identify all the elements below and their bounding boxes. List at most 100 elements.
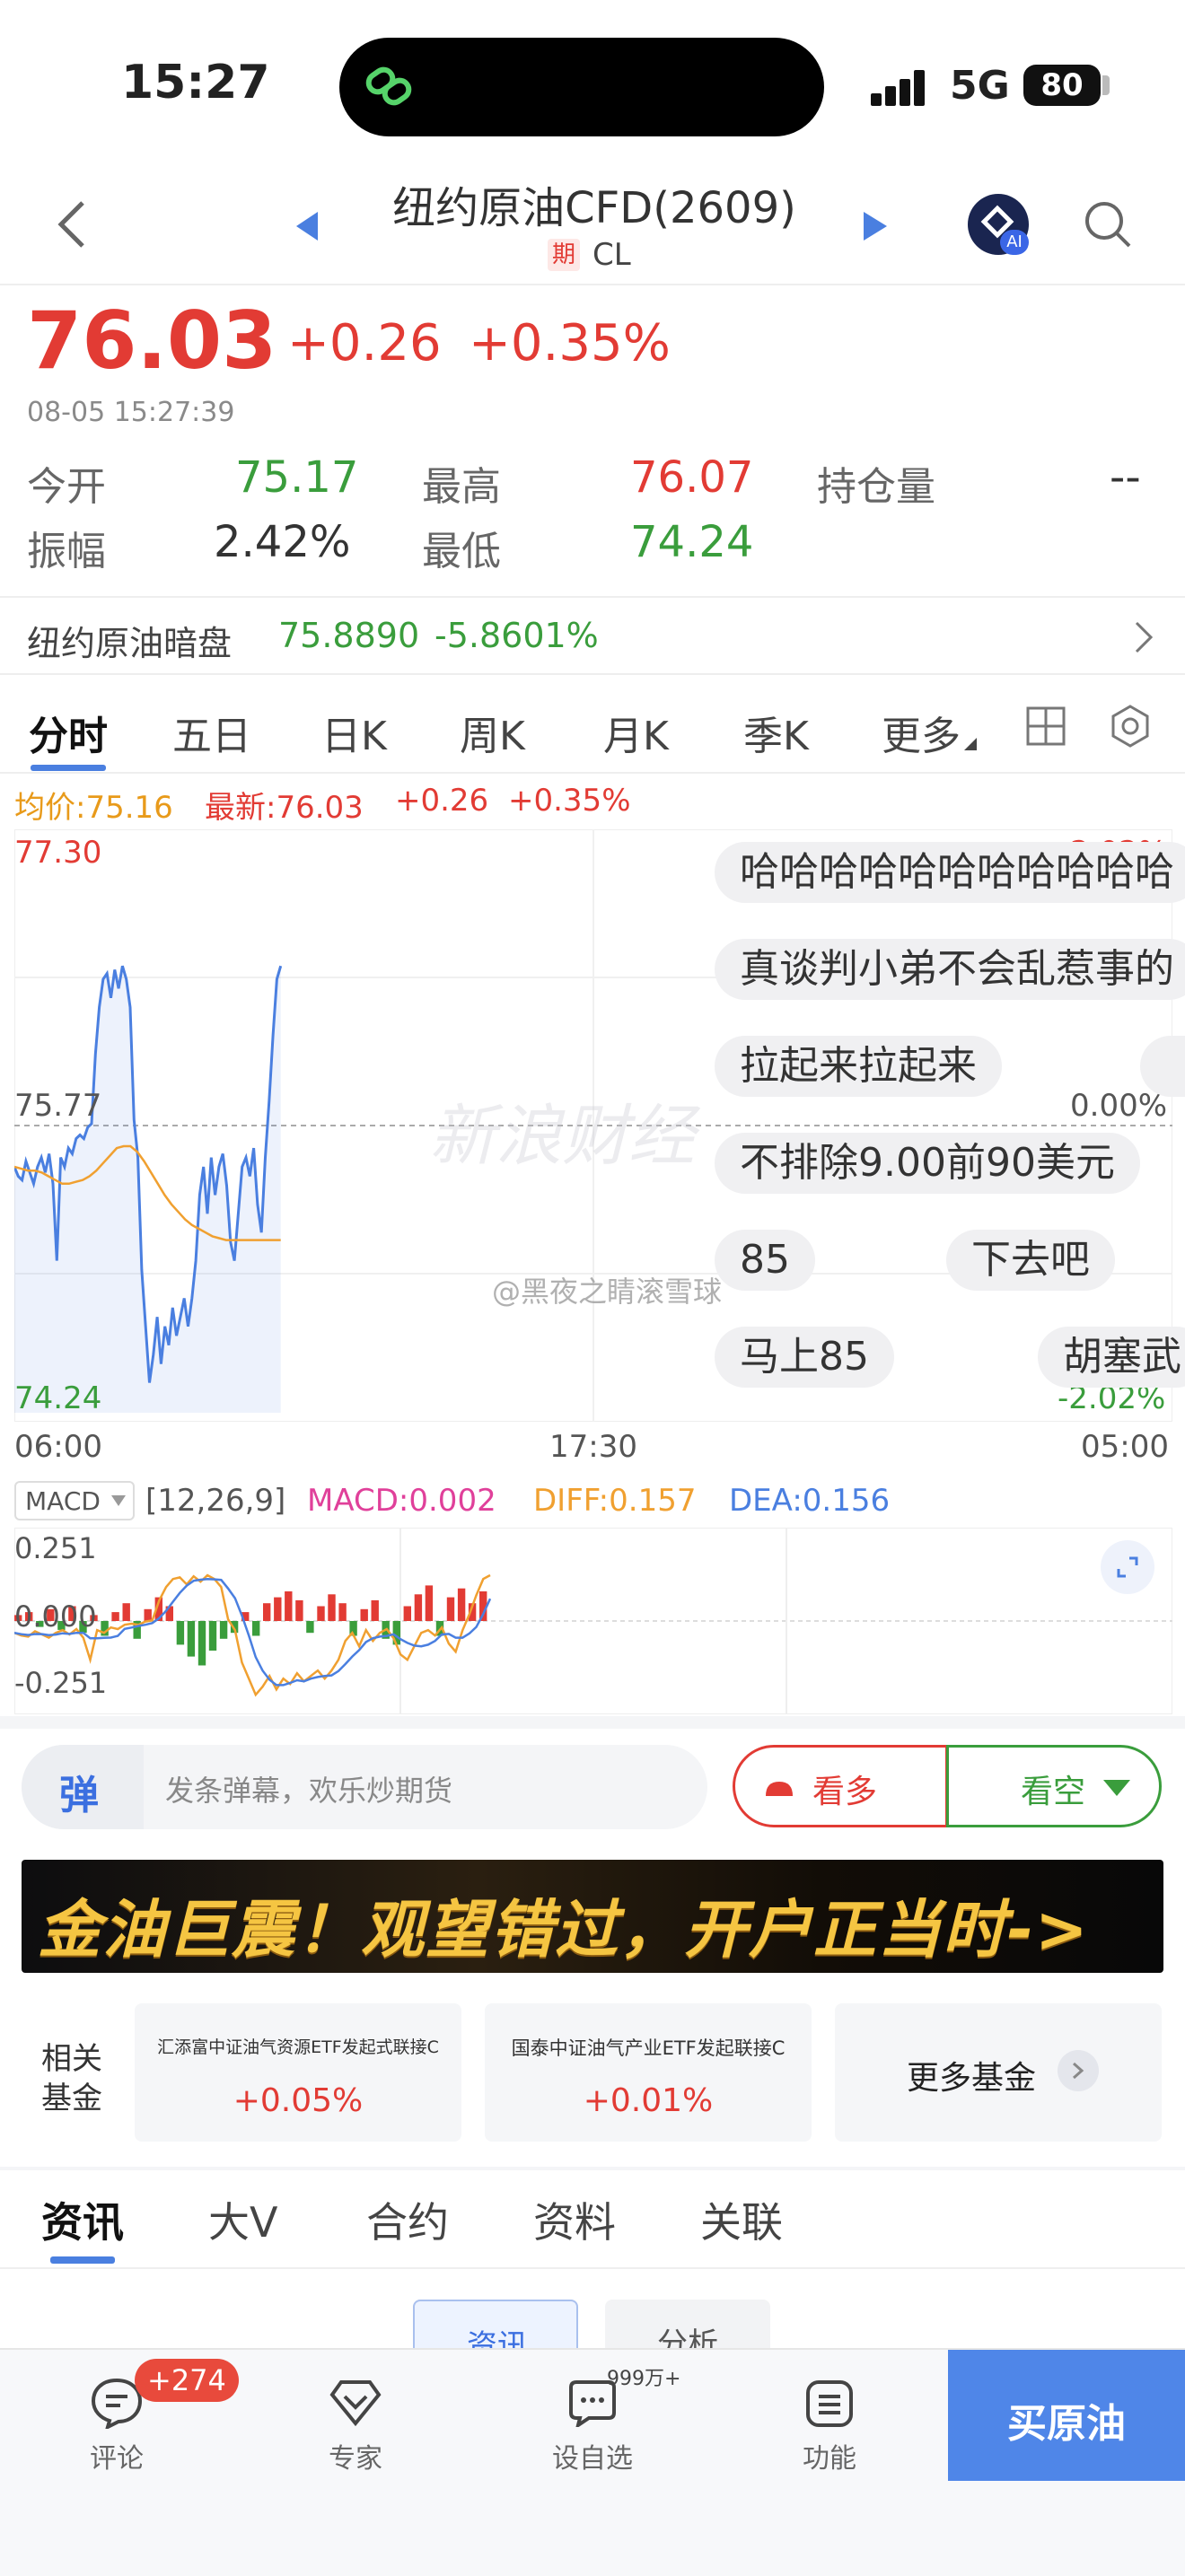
- bull-label: 看多: [812, 1774, 878, 1810]
- nav-expert[interactable]: 专家: [302, 2371, 409, 2475]
- macd-bar: [317, 1606, 325, 1621]
- danmaku-3[interactable]: 拉起来拉起来: [715, 1036, 1002, 1097]
- dark-pool-price: 75.8890: [278, 616, 420, 655]
- indicator-select[interactable]: MACD: [14, 1481, 135, 1520]
- nav-watchlist-label: 设自选: [552, 2443, 633, 2475]
- news-tab-info-indicator: [50, 2256, 115, 2264]
- battery-icon: 80: [1023, 65, 1101, 106]
- next-contract-icon[interactable]: [864, 212, 887, 241]
- chart-change-pct: +0.35%: [508, 783, 631, 819]
- danmaku-1[interactable]: 哈哈哈哈哈哈哈哈哈哈哈: [715, 842, 1185, 903]
- watchlist-count: 999万+: [607, 2368, 681, 2390]
- chevron-right-icon: [1135, 621, 1154, 653]
- bear-label: 看空: [1021, 1774, 1086, 1810]
- macd-chart[interactable]: [14, 1528, 1172, 1714]
- nav-expert-label: 专家: [329, 2443, 382, 2475]
- status-time: 15:27: [121, 56, 270, 110]
- macd-params: [12,26,9]: [145, 1483, 286, 1519]
- news-tab-related[interactable]: 关联: [700, 2190, 783, 2249]
- macd-bar: [176, 1621, 185, 1645]
- dark-pool-label: 纽约原油暗盘: [27, 624, 233, 663]
- more-funds-card[interactable]: 更多基金: [835, 2003, 1162, 2142]
- high-value: 76.07: [630, 452, 754, 503]
- tab-intraday[interactable]: 分时: [29, 704, 108, 761]
- bull-button[interactable]: 看多: [733, 1745, 948, 1827]
- news-tab-contract[interactable]: 合约: [366, 2190, 449, 2249]
- settings-icon[interactable]: [1108, 704, 1153, 749]
- danmaku-4[interactable]: 不排除9.00前90美元: [715, 1133, 1140, 1194]
- fund-card-2[interactable]: 国泰中证油气产业ETF发起联接C +0.01%: [485, 2003, 812, 2142]
- dark-pool-row[interactable]: 纽约原油暗盘 75.8890 -5.8601%: [0, 598, 1185, 673]
- tab-intraday-indicator: [31, 765, 106, 771]
- danmaku-toggle-icon[interactable]: 弹: [22, 1745, 144, 1829]
- macd-bar: [414, 1594, 423, 1621]
- macd-bar: [144, 1608, 152, 1621]
- grid-layout-icon[interactable]: [1025, 705, 1066, 747]
- banner-text: 金油巨震！观望错过，开户正当时->: [38, 1893, 1090, 1967]
- danmaku-5[interactable]: 85: [715, 1230, 815, 1291]
- tab-more[interactable]: 更多: [882, 704, 961, 761]
- tab-weekly-k[interactable]: 周K: [460, 704, 525, 761]
- prev-contract-icon[interactable]: [296, 212, 320, 241]
- danmaku-input-box[interactable]: 弹 发条弹幕，欢乐炒期货: [22, 1745, 707, 1829]
- pct-axis-mid: 0.00%: [1070, 1088, 1168, 1124]
- bear-button[interactable]: 看空: [946, 1745, 1162, 1827]
- macd-bar: [198, 1621, 206, 1666]
- danmaku-6[interactable]: 下去吧: [946, 1230, 1115, 1291]
- tab-quarterly-k[interactable]: 季K: [743, 704, 809, 761]
- time-axis-start: 06:00: [14, 1429, 102, 1465]
- dynamic-island: [339, 38, 824, 136]
- futures-badge: 期: [548, 239, 580, 271]
- more-funds-label: 更多基金: [907, 2060, 1037, 2097]
- low-label: 最低: [422, 529, 501, 574]
- expand-icon: [1117, 1556, 1138, 1578]
- macd-bar: [219, 1621, 228, 1639]
- news-tab-data[interactable]: 资料: [533, 2190, 616, 2249]
- watermark: 新浪财经: [429, 1098, 695, 1175]
- promo-banner[interactable]: 金油巨震！观望错过，开户正当时->: [22, 1860, 1163, 1973]
- more-dropdown-icon: [964, 738, 977, 750]
- open-value: 75.17: [235, 452, 359, 503]
- fund-card-1[interactable]: 汇添富中证油气资源ETF发起式联接C +0.05%: [135, 2003, 461, 2142]
- danmaku-input[interactable]: 发条弹幕，欢乐炒期货: [165, 1768, 452, 1809]
- buy-button-label: 买原油: [1007, 2401, 1126, 2447]
- macd-bar: [457, 1588, 466, 1621]
- ai-assistant-icon[interactable]: AI: [968, 194, 1029, 255]
- danmaku-8[interactable]: 胡塞武: [1038, 1327, 1185, 1388]
- open-label: 今开: [27, 464, 106, 510]
- tab-monthly-k[interactable]: 月K: [603, 704, 669, 761]
- tab-daily-k[interactable]: 日K: [321, 704, 387, 761]
- news-tab-bigv[interactable]: 大V: [208, 2190, 277, 2249]
- macd-bar: [274, 1597, 282, 1621]
- danmaku-2[interactable]: 真谈判小弟不会乱惹事的: [715, 939, 1185, 1000]
- avg-price-label: 均价:75.16: [14, 790, 173, 826]
- funds-label-1: 相关: [41, 2041, 102, 2077]
- back-icon[interactable]: [54, 199, 90, 250]
- nav-function[interactable]: 功能: [776, 2371, 883, 2475]
- tab-five-day[interactable]: 五日: [172, 704, 251, 761]
- open-interest-label: 持仓量: [817, 464, 935, 510]
- more-funds-arrow-icon: [1058, 2050, 1099, 2091]
- macd-value: MACD:0.002: [307, 1483, 496, 1519]
- news-tab-info[interactable]: 资讯: [41, 2190, 124, 2249]
- fund-change-2: +0.01%: [583, 2082, 714, 2119]
- signal-icon: [871, 70, 926, 106]
- latest-price-label: 最新:76.03: [205, 790, 364, 826]
- page-title: 纽约原油CFD(2609): [392, 183, 796, 233]
- macd-bar: [403, 1606, 411, 1621]
- search-icon[interactable]: [1083, 199, 1133, 250]
- buy-button[interactable]: 买原油: [948, 2350, 1185, 2481]
- expand-chart-button[interactable]: [1101, 1540, 1154, 1594]
- y-axis-high: 77.30: [14, 835, 102, 871]
- up-cloud-icon: [766, 1782, 793, 1796]
- fund-change-1: +0.05%: [233, 2082, 364, 2119]
- funds-label-2: 基金: [41, 2081, 102, 2116]
- link-icon: [365, 66, 412, 106]
- macd-bar: [360, 1608, 368, 1621]
- price-change: +0.26: [287, 314, 442, 372]
- dark-pool-change: -5.8601%: [434, 616, 599, 655]
- macd-bar: [328, 1594, 336, 1621]
- y-axis-mid: 75.77: [14, 1088, 102, 1124]
- danmaku-7[interactable]: 马上85: [715, 1327, 894, 1388]
- dea-value: DEA:0.156: [729, 1483, 891, 1519]
